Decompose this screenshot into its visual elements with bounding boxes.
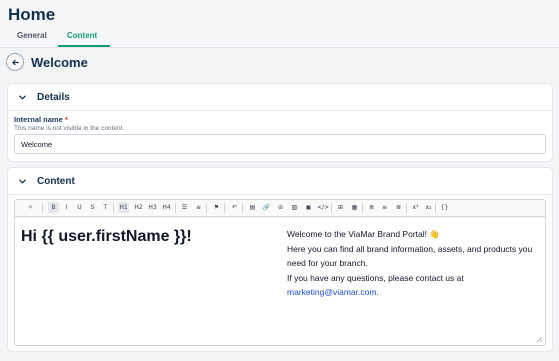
- content-card: Content ✧ B I U S T H1 H2 H3 H4 ☰ ≡ ⚑ ↶ ▤ 🔗 ⊘ ▨ ▣ </> ⊞ ▦ ≣ ≡ ≣ x…: [7, 167, 553, 352]
- toolbar-separator: [362, 203, 363, 213]
- toolbar-link-button[interactable]: 🔗: [261, 202, 272, 213]
- toolbar-separator: [206, 203, 207, 213]
- chevron-down-icon[interactable]: [18, 93, 27, 102]
- tab-content[interactable]: Content: [67, 31, 97, 40]
- internal-name-input[interactable]: [14, 134, 546, 154]
- toolbar-separator: [42, 203, 43, 213]
- toolbar-separator: [175, 203, 176, 213]
- tab-general[interactable]: General: [17, 31, 47, 40]
- welcome-line: Welcome to the ViaMar Brand Portal! 👋: [287, 229, 440, 239]
- toolbar-h1-button[interactable]: H1: [118, 202, 129, 213]
- editor-paragraph[interactable]: Welcome to the ViaMar Brand Portal! 👋 He…: [287, 227, 537, 300]
- toolbar-separator: [331, 203, 332, 213]
- required-mark: *: [64, 115, 68, 124]
- top-bar: Home General Content: [0, 0, 559, 48]
- arrow-left-icon: [11, 59, 19, 65]
- toolbar-separator: [406, 203, 407, 213]
- details-title: Details: [37, 92, 70, 103]
- toolbar-separator: [435, 203, 436, 213]
- info-line: Here you can find all brand information,…: [287, 243, 533, 269]
- toolbar-code-button[interactable]: </>: [317, 202, 329, 213]
- divider: [8, 110, 552, 111]
- toolbar-embed-button[interactable]: ▤: [247, 202, 258, 213]
- toolbar-ordered-list-button[interactable]: ≡: [193, 202, 204, 213]
- toolbar-h4-button[interactable]: H4: [161, 202, 172, 213]
- toolbar-bold-button[interactable]: B: [48, 202, 59, 213]
- toolbar-ai-assist-button[interactable]: ✧: [25, 202, 36, 213]
- toolbar-strikethrough-button[interactable]: S: [87, 202, 98, 213]
- toolbar-flag-button[interactable]: ⚑: [211, 202, 222, 213]
- details-header[interactable]: Details: [8, 84, 552, 111]
- toolbar-align-left-button[interactable]: ≣: [366, 202, 377, 213]
- toolbar-separator: [113, 203, 114, 213]
- toolbar-separator: [242, 203, 243, 213]
- toolbar-align-center-button[interactable]: ≡: [379, 202, 390, 213]
- toolbar-table-button[interactable]: ▦: [349, 202, 360, 213]
- internal-name-hint: This name is not visible in the content.: [14, 125, 125, 132]
- toolbar-superscript-button[interactable]: x²: [410, 202, 421, 213]
- toolbar-h3-button[interactable]: H3: [147, 202, 158, 213]
- toolbar-clear-format-button[interactable]: T: [100, 202, 111, 213]
- email-link[interactable]: marketing@viamar.com: [287, 287, 376, 297]
- toolbar-underline-button[interactable]: U: [74, 202, 85, 213]
- app-title: Home: [8, 5, 56, 24]
- internal-name-label: Internal name *: [14, 115, 68, 124]
- toolbar-unlink-button[interactable]: ⊘: [275, 202, 286, 213]
- content-header[interactable]: Content: [8, 168, 552, 195]
- toolbar-undo-button[interactable]: ↶: [229, 202, 240, 213]
- editor-heading[interactable]: Hi {{ user.firstName }}!: [21, 228, 192, 246]
- chevron-down-icon[interactable]: [18, 177, 27, 186]
- resize-handle-icon[interactable]: [536, 336, 543, 343]
- page-title: Welcome: [31, 55, 88, 70]
- toolbar-align-right-button[interactable]: ≣: [393, 202, 404, 213]
- toolbar-image-button[interactable]: ▨: [289, 202, 300, 213]
- details-card: Details Internal name * This name is not…: [7, 83, 553, 162]
- toolbar-bullet-list-button[interactable]: ☰: [179, 202, 190, 213]
- rich-text-editor[interactable]: Hi {{ user.firstName }}! Welcome to the …: [14, 216, 546, 346]
- toolbar-media-button[interactable]: ▣: [303, 202, 314, 213]
- editor-toolbar: ✧ B I U S T H1 H2 H3 H4 ☰ ≡ ⚑ ↶ ▤ 🔗 ⊘ ▨ ▣ </> ⊞ ▦ ≣ ≡ ≣ x² x₂{}: [14, 199, 546, 216]
- back-button[interactable]: [6, 53, 24, 71]
- content-title: Content: [37, 176, 75, 187]
- toolbar-separator: [224, 203, 225, 213]
- toolbar-h2-button[interactable]: H2: [133, 202, 144, 213]
- divider: [8, 194, 552, 195]
- toolbar-subscript-button[interactable]: x₂: [423, 202, 434, 213]
- toolbar-variable-button[interactable]: {}: [439, 202, 450, 213]
- contact-line: If you have any questions, please contac…: [287, 272, 464, 298]
- active-tab-indicator: [58, 45, 110, 47]
- toolbar-grid-button[interactable]: ⊞: [335, 202, 346, 213]
- toolbar-italic-button[interactable]: I: [61, 202, 72, 213]
